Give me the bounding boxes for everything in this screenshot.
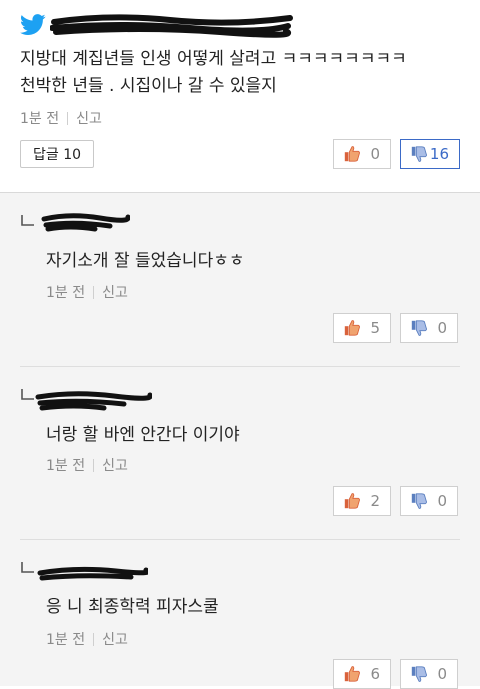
meta-divider bbox=[93, 286, 95, 299]
author-row bbox=[20, 10, 320, 40]
reply-time: 1분 전 bbox=[46, 285, 86, 301]
thumbs-up-icon bbox=[344, 666, 360, 682]
reply-divider bbox=[20, 539, 460, 540]
thumbs-up-icon bbox=[344, 146, 360, 162]
dislike-count: 0 bbox=[437, 492, 447, 510]
reply-count-button[interactable]: 답글 10 bbox=[20, 140, 94, 168]
report-link[interactable]: 신고 bbox=[102, 458, 128, 474]
twitter-icon bbox=[20, 14, 46, 35]
dislike-count: 16 bbox=[429, 145, 449, 163]
reply-text: 응 니 최종학력 피자스쿨 bbox=[46, 597, 219, 617]
reply-time: 1분 전 bbox=[46, 632, 86, 648]
meta-divider bbox=[67, 112, 69, 125]
comment-text-line1: 지방대 계집년들 인생 어떻게 살려고 ㅋㅋㅋㅋㅋㅋㅋㅋ bbox=[20, 49, 407, 69]
thumbs-down-icon bbox=[411, 493, 427, 509]
thumbs-down-icon bbox=[411, 146, 427, 162]
like-count: 2 bbox=[370, 492, 380, 510]
dislike-count: 0 bbox=[437, 319, 447, 337]
main-comment: 지방대 계집년들 인생 어떻게 살려고 ㅋㅋㅋㅋㅋㅋㅋㅋ 천박한 년들 . 시집… bbox=[0, 0, 480, 193]
reply-divider bbox=[20, 366, 460, 367]
comment-time: 1분 전 bbox=[20, 111, 60, 127]
reply-text: 자기소개 잘 들었습니다ㅎㅎ bbox=[46, 251, 245, 271]
replies-section: 자기소개 잘 들었습니다ㅎㅎ 1분 전 신고 5 0 너랑 할 바엔 안간다 이기… bbox=[0, 193, 480, 689]
meta-divider bbox=[93, 459, 95, 472]
report-link[interactable]: 신고 bbox=[102, 632, 128, 648]
thumbs-up-icon bbox=[344, 320, 360, 336]
like-button[interactable]: 0 bbox=[333, 139, 391, 169]
report-link[interactable]: 신고 bbox=[102, 285, 128, 301]
redacted-username bbox=[50, 14, 293, 38]
comment-meta: 1분 전 신고 bbox=[20, 108, 102, 128]
meta-divider bbox=[93, 633, 95, 646]
like-count: 0 bbox=[370, 145, 380, 163]
thumbs-up-icon bbox=[344, 493, 360, 509]
reply-text: 너랑 할 바엔 안간다 이기야 bbox=[46, 425, 240, 445]
dislike-button[interactable]: 0 bbox=[400, 313, 458, 343]
reply-arrow-icon bbox=[21, 215, 34, 226]
reply-time: 1분 전 bbox=[46, 458, 86, 474]
redacted-username bbox=[37, 566, 148, 581]
reply-meta: 1분 전 신고 bbox=[46, 455, 128, 475]
reply-meta: 1분 전 신고 bbox=[46, 282, 128, 302]
thumbs-down-icon bbox=[411, 666, 427, 682]
like-button[interactable]: 5 bbox=[333, 313, 391, 343]
dislike-count: 0 bbox=[437, 665, 447, 683]
thumbs-down-icon bbox=[411, 320, 427, 336]
like-button[interactable]: 2 bbox=[333, 486, 391, 516]
redacted-username bbox=[41, 213, 130, 232]
dislike-button[interactable]: 16 bbox=[400, 139, 460, 169]
report-link[interactable]: 신고 bbox=[76, 111, 102, 127]
reply-arrow-icon bbox=[21, 562, 34, 573]
comment-text-line2: 천박한 년들 . 시집이나 갈 수 있을지 bbox=[20, 76, 277, 96]
reply-meta: 1분 전 신고 bbox=[46, 629, 128, 649]
like-count: 6 bbox=[370, 665, 380, 683]
like-count: 5 bbox=[370, 319, 380, 337]
dislike-button[interactable]: 0 bbox=[400, 486, 458, 516]
like-button[interactable]: 6 bbox=[333, 659, 391, 689]
dislike-button[interactable]: 0 bbox=[400, 659, 458, 689]
